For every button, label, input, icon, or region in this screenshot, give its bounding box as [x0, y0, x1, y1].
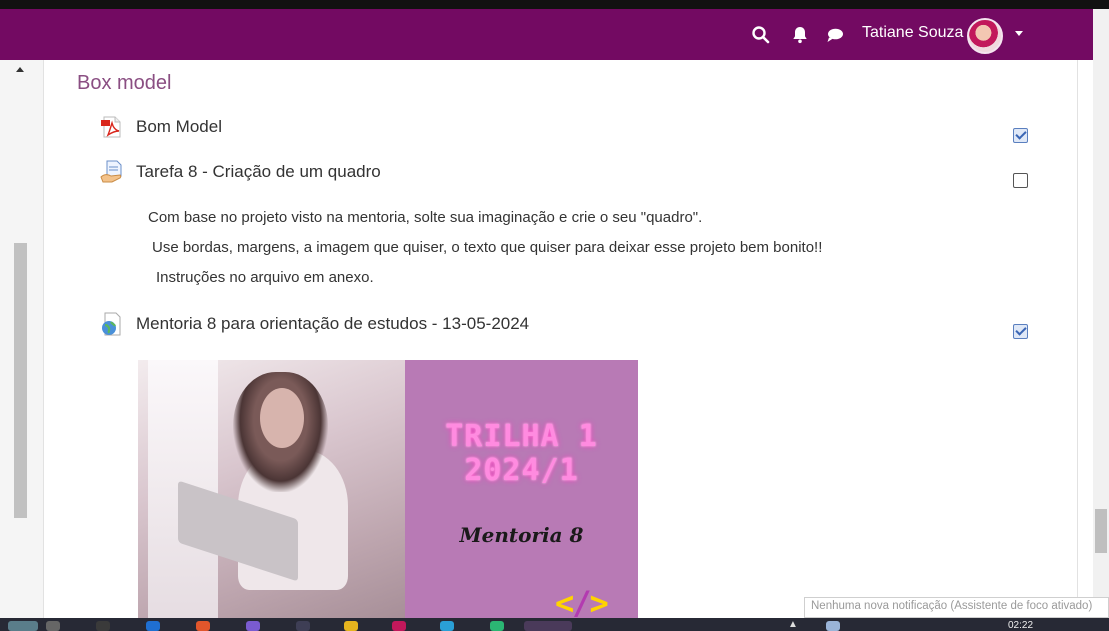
mentoria-banner-image: TRILHA 1 2024/1 Mentoria 8 </>: [138, 360, 638, 618]
assignment-description-line: Use bordas, margens, a imagem que quiser…: [152, 239, 823, 256]
taskbar-app-icon[interactable]: [490, 621, 504, 631]
taskbar-task-view-icon[interactable]: [46, 621, 60, 631]
taskbar-app-icon[interactable]: [196, 621, 210, 631]
banner-text-panel: TRILHA 1 2024/1 Mentoria 8 </>: [405, 360, 638, 618]
notification-toast: Nenhuma nova notificação (Assistente de …: [804, 597, 1109, 618]
taskbar-app-icon[interactable]: [96, 621, 110, 631]
activity-mentoria-8[interactable]: Mentoria 8 para orientação de estudos - …: [100, 309, 529, 339]
taskbar-app-icon[interactable]: [440, 621, 454, 631]
chevron-down-icon[interactable]: [1015, 31, 1023, 36]
assignment-description-line: Instruções no arquivo em anexo.: [156, 269, 374, 286]
section-title: Box model: [77, 72, 172, 94]
window-top-edge: [0, 0, 1109, 9]
page-scrollbar-thumb[interactable]: [1095, 509, 1107, 553]
taskbar-app-icon[interactable]: [392, 621, 406, 631]
activity-bom-model[interactable]: Bom Model: [100, 112, 222, 142]
completion-checkbox[interactable]: [1013, 324, 1028, 339]
top-navbar: Tatiane Souza: [0, 9, 1093, 60]
user-name[interactable]: Tatiane Souza: [862, 24, 963, 42]
taskbar-search-icon[interactable]: [8, 621, 38, 631]
code-right: >: [589, 584, 609, 618]
tray-app-icon[interactable]: [826, 621, 840, 631]
completion-checkbox[interactable]: [1013, 173, 1028, 188]
drawer-scrollbar-thumb[interactable]: [14, 243, 27, 518]
content-border: [1077, 60, 1078, 618]
tray-chevron-up-icon[interactable]: ▲: [788, 619, 800, 631]
completion-checkbox[interactable]: [1013, 128, 1028, 143]
code-left: <: [555, 584, 574, 618]
taskbar-app-icon[interactable]: [344, 621, 358, 631]
taskbar-app-icon[interactable]: [146, 621, 160, 631]
taskbar-active-app-icon[interactable]: [524, 621, 572, 631]
banner-subtitle: Mentoria 8: [459, 523, 584, 547]
pdf-icon: [100, 115, 124, 139]
scroll-up-arrow-icon[interactable]: [16, 67, 24, 72]
activity-name[interactable]: Tarefa 8 - Criação de um quadro: [136, 162, 381, 182]
activity-tarefa-8[interactable]: Tarefa 8 - Criação de um quadro: [100, 157, 381, 187]
code-slash: /: [572, 584, 591, 618]
taskbar-clock[interactable]: 02:22: [1008, 620, 1033, 631]
chat-icon[interactable]: [825, 25, 845, 45]
url-globe-icon: [100, 312, 124, 336]
activity-name[interactable]: Bom Model: [136, 117, 222, 137]
banner-photo: [138, 360, 405, 618]
photo-person-face: [260, 388, 304, 448]
assignment-icon: [100, 160, 124, 184]
activity-name[interactable]: Mentoria 8 para orientação de estudos - …: [136, 314, 529, 334]
banner-title: TRILHA 1 2024/1: [405, 420, 638, 488]
avatar[interactable]: [967, 18, 1003, 54]
taskbar-app-icon[interactable]: [246, 621, 260, 631]
assignment-description-line: Com base no projeto visto na mentoria, s…: [148, 209, 703, 226]
search-icon[interactable]: [751, 25, 771, 45]
bell-icon[interactable]: [790, 25, 810, 45]
banner-title-line1: TRILHA 1: [445, 419, 598, 454]
banner-title-line2: 2024/1: [464, 453, 579, 488]
taskbar-app-icon[interactable]: [296, 621, 310, 631]
code-brackets-icon: </>: [555, 584, 609, 618]
